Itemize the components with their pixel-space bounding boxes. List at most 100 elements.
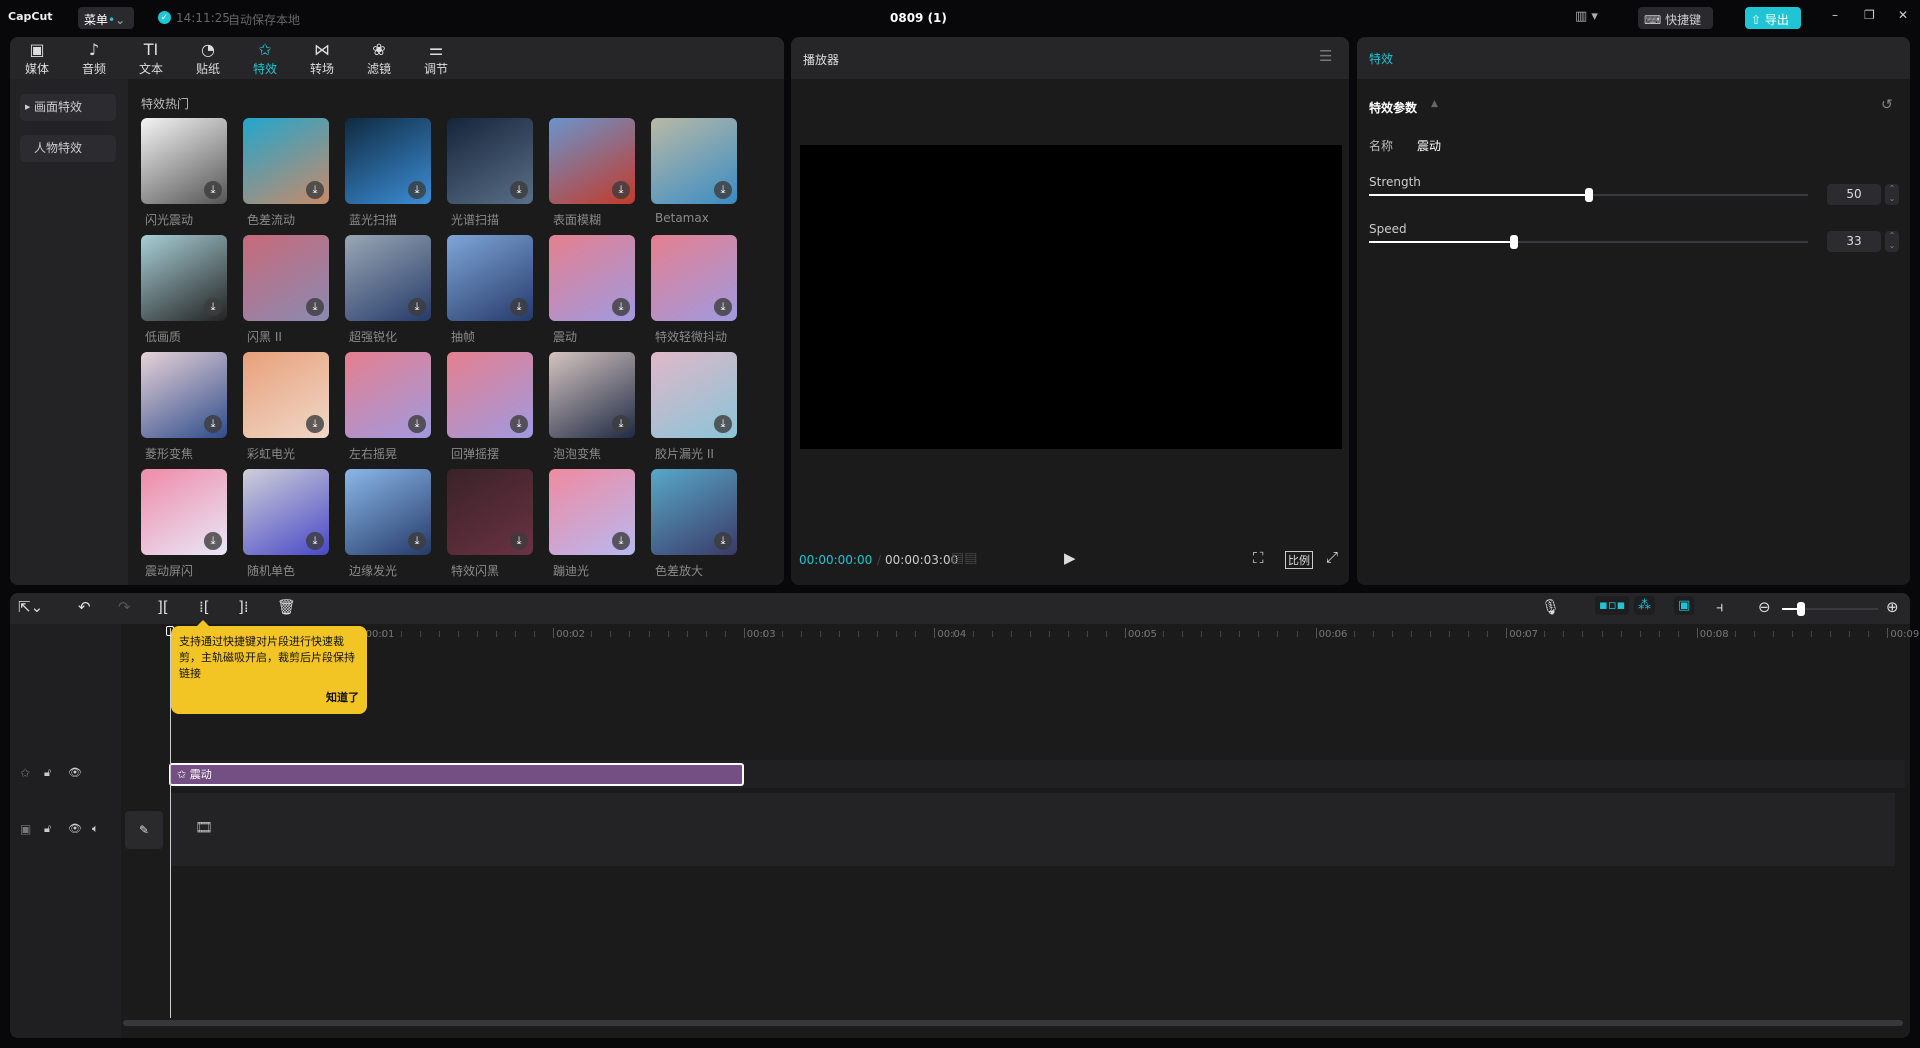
param-stepper[interactable]: ⌃ ⌄ — [1885, 231, 1899, 252]
download-icon[interactable]: ⤓ — [408, 415, 426, 433]
download-icon[interactable]: ⤓ — [510, 181, 528, 199]
download-icon[interactable]: ⤓ — [306, 298, 324, 316]
eye-icon[interactable]: 👁︎ — [68, 766, 82, 779]
effect-thumbnail[interactable]: ⤓ — [447, 235, 533, 321]
effect-thumbnail[interactable]: ⤓ — [447, 469, 533, 555]
fullscreen-icon[interactable]: ⤢ — [1326, 548, 1338, 566]
param-value-input[interactable]: 33 — [1827, 231, 1881, 252]
param-slider[interactable] — [1369, 235, 1808, 249]
zoom-in-icon[interactable]: ⊕ — [1886, 598, 1899, 616]
timeline-zoom-slider[interactable] — [1782, 602, 1878, 616]
download-icon[interactable]: ⤓ — [714, 181, 732, 199]
trim-left-icon[interactable]: ⁞[ — [199, 598, 210, 616]
undo-icon[interactable]: ↶ — [78, 598, 91, 616]
download-icon[interactable]: ⤓ — [408, 181, 426, 199]
effect-thumbnail[interactable]: ⤓ — [243, 469, 329, 555]
tab-2[interactable]: TI 文本 — [126, 40, 176, 77]
tab-0[interactable]: ▣ 媒体 — [12, 40, 62, 77]
menu-icon[interactable]: ☰ — [1319, 47, 1332, 65]
download-icon[interactable]: ⤓ — [612, 532, 630, 550]
download-icon[interactable]: ⤓ — [714, 415, 732, 433]
download-icon[interactable]: ⤓ — [612, 181, 630, 199]
ratio-button[interactable]: 比例 — [1285, 551, 1313, 569]
download-icon[interactable]: ⤓ — [612, 298, 630, 316]
effect-thumbnail[interactable]: ⤓ — [549, 235, 635, 321]
lock-icon[interactable]: 🔓︎ — [44, 822, 51, 836]
shortcut-button[interactable]: ⌨ 快捷键 — [1638, 7, 1713, 29]
preview-axis-icon[interactable]: ⫞ — [1716, 598, 1724, 616]
effect-thumbnail[interactable]: ⤓ — [651, 118, 737, 204]
restore-icon[interactable]: ❐ — [1864, 8, 1875, 22]
tab-5[interactable]: ⋈ 转场 — [297, 40, 347, 77]
tab-3[interactable]: ◔ 贴纸 — [183, 40, 233, 77]
layout-icon[interactable]: ▥ ▾ — [1575, 9, 1598, 24]
reset-icon[interactable]: ↺ — [1881, 97, 1893, 113]
effect-thumbnail[interactable]: ⤓ — [549, 118, 635, 204]
download-icon[interactable]: ⤓ — [306, 532, 324, 550]
minimize-icon[interactable]: – — [1832, 8, 1838, 22]
tab-4[interactable]: ✩ 特效 — [240, 40, 290, 77]
effect-thumbnail[interactable]: ⤓ — [345, 352, 431, 438]
lock-icon[interactable]: 🔓︎ — [44, 766, 51, 780]
microphone-icon[interactable]: 🎙 — [1541, 598, 1560, 616]
horizontal-scrollbar[interactable] — [123, 1020, 1903, 1026]
effect-thumbnail[interactable]: ⤓ — [651, 469, 737, 555]
download-icon[interactable]: ⤓ — [612, 415, 630, 433]
effect-thumbnail[interactable]: ⤓ — [141, 469, 227, 555]
tab-7[interactable]: ⚌ 调节 — [411, 40, 461, 77]
download-icon[interactable]: ⤓ — [510, 298, 528, 316]
download-icon[interactable]: ⤓ — [510, 532, 528, 550]
download-icon[interactable]: ⤓ — [408, 298, 426, 316]
param-slider[interactable] — [1369, 188, 1808, 202]
effect-thumbnail[interactable]: ⤓ — [141, 118, 227, 204]
effect-clip[interactable]: ✩ 震动 — [169, 763, 744, 786]
tab-6[interactable]: ❀ 滤镜 — [354, 40, 404, 77]
select-tool-icon[interactable]: ⇱⌄ — [18, 598, 43, 616]
download-icon[interactable]: ⤓ — [306, 415, 324, 433]
download-icon[interactable]: ⤓ — [204, 415, 222, 433]
menu-button[interactable]: 菜单•⌄ — [78, 7, 134, 29]
collapse-icon[interactable]: ▲ — [1431, 99, 1438, 109]
effect-thumbnail[interactable]: ⤓ — [651, 235, 737, 321]
effect-thumbnail[interactable]: ⤓ — [141, 235, 227, 321]
close-icon[interactable]: ✕ — [1898, 8, 1908, 22]
delete-icon[interactable]: 🗑 — [277, 598, 296, 616]
sidebar-item-0[interactable]: ▶ 画面特效 — [20, 94, 116, 121]
download-icon[interactable]: ⤓ — [204, 181, 222, 199]
tab-effects[interactable]: 特效 — [1369, 50, 1393, 67]
download-icon[interactable]: ⤓ — [204, 298, 222, 316]
effect-thumbnail[interactable]: ⤓ — [549, 469, 635, 555]
tooltip-dismiss-button[interactable]: 知道了 — [326, 690, 359, 706]
cover-edit-button[interactable]: ✎ — [125, 811, 163, 849]
zoom-fit-icon[interactable]: ⛶ — [1253, 549, 1264, 567]
download-icon[interactable]: ⤓ — [408, 532, 426, 550]
effect-thumbnail[interactable]: ⤓ — [651, 352, 737, 438]
download-icon[interactable]: ⤓ — [204, 532, 222, 550]
effect-thumbnail[interactable]: ⤓ — [141, 352, 227, 438]
effect-thumbnail[interactable]: ⤓ — [447, 118, 533, 204]
download-icon[interactable]: ⤓ — [306, 181, 324, 199]
download-icon[interactable]: ⤓ — [510, 415, 528, 433]
effect-thumbnail[interactable]: ⤓ — [345, 235, 431, 321]
download-icon[interactable]: ⤓ — [714, 532, 732, 550]
waveform-icon[interactable]: ▤▤ — [951, 550, 977, 566]
split-icon[interactable]: ][ — [157, 598, 169, 616]
zoom-out-icon[interactable]: ⊖ — [1758, 598, 1771, 616]
redo-icon[interactable]: ↷ — [118, 598, 131, 616]
audio-icon[interactable]: 🔈︎ — [92, 822, 99, 836]
effect-thumbnail[interactable]: ⤓ — [243, 235, 329, 321]
download-icon[interactable]: ⤓ — [714, 298, 732, 316]
export-button[interactable]: ⇧ 导出 — [1745, 7, 1801, 29]
param-stepper[interactable]: ⌃ ⌄ — [1885, 184, 1899, 205]
effect-thumbnail[interactable]: ⤓ — [447, 352, 533, 438]
sidebar-item-1[interactable]: 人物特效 — [20, 135, 116, 162]
trim-right-icon[interactable]: ]⁞ — [238, 598, 249, 616]
play-icon[interactable]: ▶ — [1064, 549, 1076, 567]
effect-thumbnail[interactable]: ⤓ — [243, 118, 329, 204]
preview-canvas[interactable] — [800, 145, 1342, 449]
param-value-input[interactable]: 50 — [1827, 184, 1881, 205]
effect-thumbnail[interactable]: ⤓ — [549, 352, 635, 438]
link-icon[interactable]: ▣ — [1674, 596, 1695, 615]
section-title[interactable]: 特效参数 — [1369, 99, 1417, 116]
eye-icon[interactable]: 👁︎ — [68, 822, 82, 835]
